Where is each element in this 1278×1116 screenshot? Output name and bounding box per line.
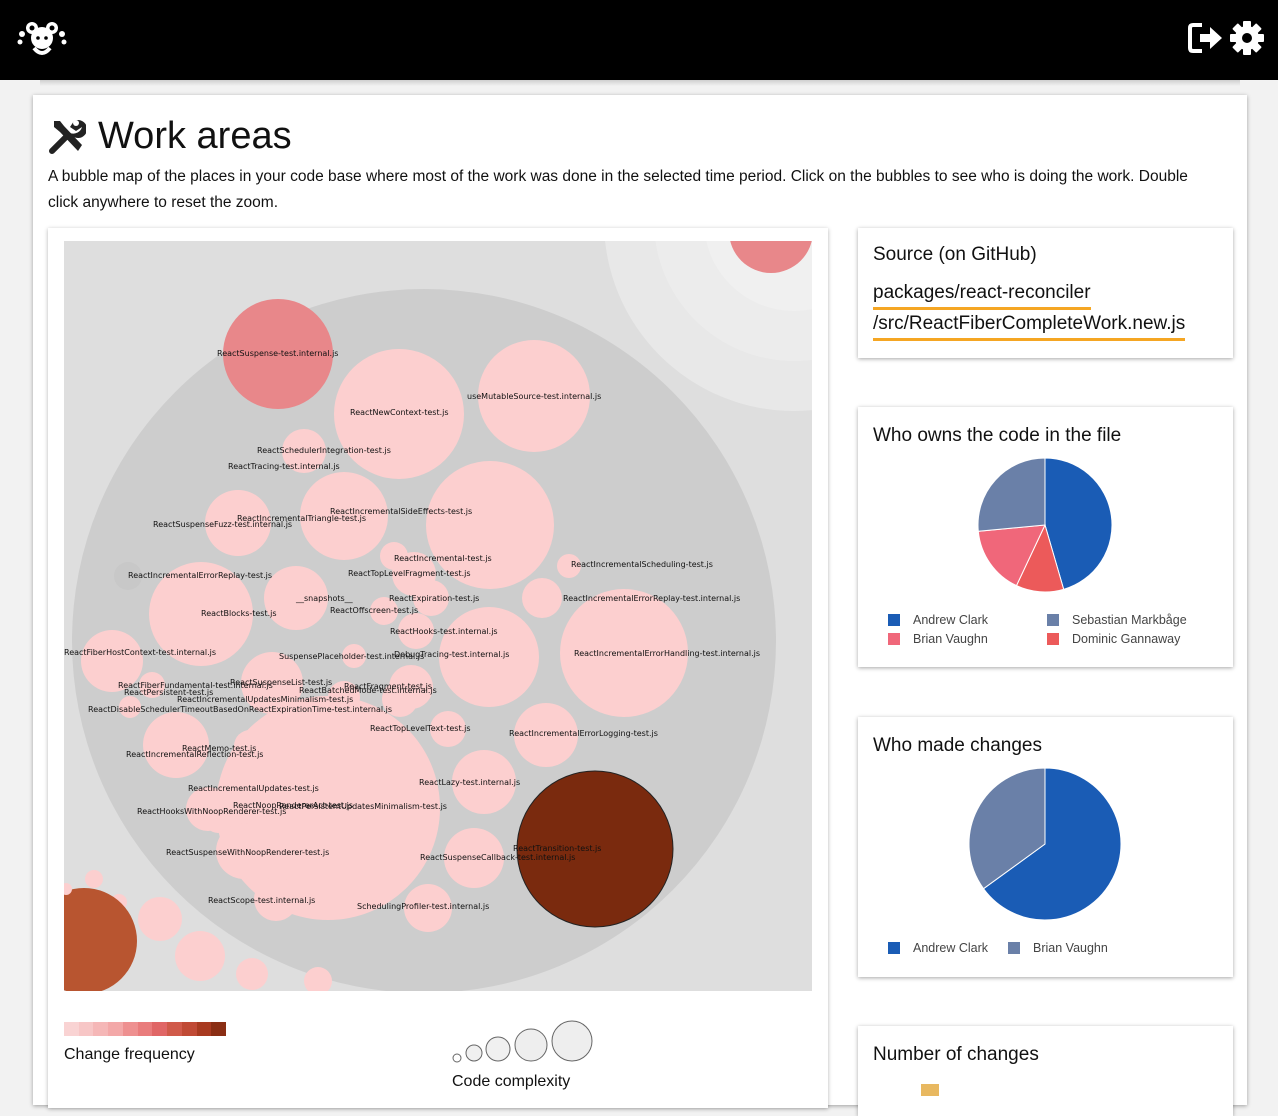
legend-swatch — [1047, 633, 1059, 645]
owners-legend-item: Dominic Gannaway — [1047, 632, 1180, 646]
owners-legend-item: Brian Vaughn — [888, 632, 988, 646]
file-bubble[interactable] — [236, 958, 268, 990]
bubble-label: ReactIncrementalUpdatesMinimalism-test.j… — [177, 695, 353, 704]
bubble-label: ReactIncremental-test.js — [394, 554, 492, 563]
owners-card-title: Who owns the code in the file — [873, 425, 1122, 446]
legend-label: Brian Vaughn — [1033, 941, 1108, 955]
legend-label: Andrew Clark — [913, 941, 989, 955]
legend-label: Dominic Gannaway — [1072, 632, 1181, 646]
bubble-label: ReactTopLevelFragment-test.js — [348, 569, 471, 578]
bubble-label: ReactSuspenseWithNoopRenderer-test.js — [166, 848, 329, 857]
frequency-swatch — [137, 1022, 153, 1036]
frequency-swatch — [78, 1022, 94, 1036]
frequency-swatch — [167, 1022, 182, 1036]
file-bubble[interactable] — [85, 870, 103, 888]
bubble-label: useMutableSource-test.internal.js — [467, 392, 601, 401]
bubble-label: ReactHooksWithNoopRenderer-test.js — [137, 807, 286, 816]
bubble-label: DebugTracing-test.internal.js — [394, 650, 509, 659]
bubble-label: ReactIncrementalScheduling-test.js — [571, 560, 713, 569]
bubble-label: ReactLazy-test.internal.js — [419, 778, 520, 787]
legend-label: Andrew Clark — [913, 613, 989, 627]
changes-card: Who made changes Andrew Clark Brian Vaug… — [858, 717, 1233, 977]
file-bubble[interactable] — [175, 931, 225, 981]
pie-slice-sebastian-markb-ge[interactable] — [978, 458, 1046, 532]
frequency-swatch — [211, 1022, 227, 1036]
bubble-label: SchedulingProfiler-test.internal.js — [357, 902, 489, 911]
source-path-line1[interactable]: packages/react-reconciler — [873, 279, 1091, 310]
page-title-text: Work areas — [98, 114, 292, 157]
owners-pie-chart[interactable] — [978, 458, 1112, 592]
source-link[interactable]: packages/react-reconciler /src/ReactFibe… — [873, 279, 1186, 341]
bubble-label: ReactSchedulerIntegration-test.js — [257, 446, 391, 455]
bubble-label: ReactDisableSchedulerTimeoutBasedOnReact… — [88, 705, 392, 714]
file-bubble[interactable] — [522, 578, 562, 618]
number-bar — [921, 1084, 939, 1096]
frequency-swatch — [152, 1022, 168, 1036]
changes-card-title: Who made changes — [873, 735, 1042, 756]
number-card-title: Number of changes — [873, 1044, 1039, 1065]
frequency-swatch — [196, 1022, 212, 1036]
bubble-label: ReactBlocks-test.js — [201, 609, 277, 618]
source-card: Source (on GitHub) packages/react-reconc… — [858, 228, 1233, 358]
bubble-label: ReactTopLevelText-test.js — [370, 724, 471, 733]
bubble-label: ReactIncrementalReflection-test.js — [126, 750, 263, 759]
bubble-label: __snapshots__ — [295, 594, 354, 603]
change-frequency-scale — [64, 1022, 227, 1036]
frequency-swatch — [93, 1022, 109, 1036]
page-description: A bubble map of the places in your code … — [48, 168, 1188, 211]
bubble-label: ReactScope-test.internal.js — [208, 896, 315, 905]
legend-swatch — [888, 633, 900, 645]
bubble-label: ReactSuspenseCallback-test.internal.js — [420, 853, 575, 862]
frequency-swatch — [181, 1022, 197, 1036]
owners-legend-item: Sebastian Markbåge — [1047, 613, 1187, 627]
bubble-label: ReactTracing-test.internal.js — [228, 462, 340, 471]
bubble-label: ReactFiberHostContext-test.internal.js — [64, 648, 216, 657]
bubble-label: ReactPersistentUpdatesMinimalism-test.js — [279, 802, 447, 811]
legend-swatch — [888, 614, 900, 626]
code-complexity-legend: Code complexity — [452, 1020, 597, 1091]
bubble-label: ReactIncrementalErrorHandling-test.inter… — [574, 649, 760, 658]
legend-swatch — [1047, 614, 1059, 626]
file-bubble[interactable] — [138, 897, 182, 941]
legend-swatch — [1008, 942, 1020, 954]
bubble-label: ReactTransition-test.js — [513, 844, 601, 853]
bubble-label: ReactNewContext-test.js — [350, 408, 449, 417]
frog-logo-icon[interactable] — [16, 18, 68, 58]
legend-label: Brian Vaughn — [913, 632, 988, 646]
bubble-map[interactable]: ReactSuspense-test.internal.js ReactNewCo… — [64, 241, 812, 991]
legend-label: Sebastian Markbåge — [1072, 613, 1187, 627]
logout-icon[interactable] — [1188, 22, 1224, 54]
bubble-label: ReactHooks-test.internal.js — [390, 627, 498, 636]
changes-legend-item: Andrew Clark — [888, 941, 988, 955]
change-frequency-label: Change frequency — [64, 1046, 195, 1063]
bubble-label: ReactSuspense-test.internal.js — [217, 349, 338, 358]
frequency-swatch — [122, 1022, 138, 1036]
bubble-label: ReactIncrementalErrorReplay-test.js — [128, 571, 272, 580]
source-card-title: Source (on GitHub) — [873, 244, 1037, 265]
owners-card: Who owns the code in the file Andrew Cla… — [858, 407, 1233, 667]
bubble-label: ReactOffscreen-test.js — [330, 606, 418, 615]
top-bar — [0, 0, 1278, 80]
source-path-line2[interactable]: /src/ReactFiberCompleteWork.new.js — [873, 310, 1186, 341]
header-shadow — [40, 80, 1240, 86]
bubble-label: ReactBatchedMode-test.internal.js — [299, 686, 437, 695]
bubble-label: ReactIncrementalTriangle-test.js — [237, 514, 366, 523]
legend-swatch — [888, 942, 900, 954]
code-complexity-label: Code complexity — [452, 1073, 571, 1090]
frequency-swatch — [108, 1022, 123, 1036]
bubble-label: ReactIncrementalErrorLogging-test.js — [509, 729, 658, 738]
code-complexity-scale — [452, 1020, 593, 1063]
bubble-label: ReactIncrementalErrorReplay-test.interna… — [563, 594, 740, 603]
number-of-changes-card: Number of changes — [858, 1026, 1233, 1116]
bubble-label: ReactExpiration-test.js — [389, 594, 479, 603]
changes-legend-item: Brian Vaughn — [1008, 941, 1108, 955]
change-frequency-legend: Change frequency — [64, 1022, 227, 1064]
bubble-label: ReactIncrementalUpdates-test.js — [188, 784, 319, 793]
gear-icon[interactable] — [1230, 20, 1264, 56]
page-title: Work areas — [48, 112, 292, 160]
frequency-swatch — [64, 1022, 79, 1036]
changes-pie-chart[interactable] — [969, 768, 1121, 920]
tools-icon — [49, 120, 86, 154]
owners-legend-item: Andrew Clark — [888, 613, 988, 627]
